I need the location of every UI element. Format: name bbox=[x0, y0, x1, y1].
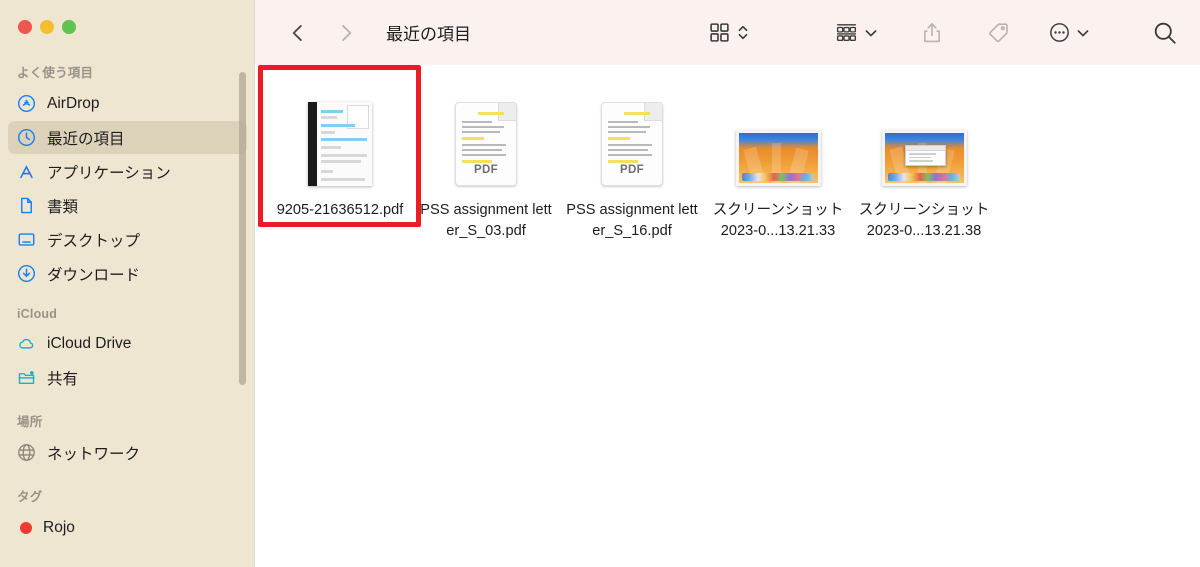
sidebar-section-icloud: iCloud bbox=[17, 307, 58, 321]
group-by-control-group bbox=[834, 21, 878, 44]
navigation-buttons bbox=[287, 22, 357, 44]
sidebar-item-label: 最近の項目 bbox=[47, 130, 125, 148]
desktop-icon bbox=[17, 230, 36, 249]
sidebar: よく使う項目 AirDrop 最近の項目 アプリケーション 書類 デスクトップ … bbox=[0, 0, 255, 567]
sidebar-item-label: iCloud Drive bbox=[47, 334, 132, 352]
file-thumbnail: PDF bbox=[601, 94, 663, 186]
file-item[interactable]: PDF PSS assignment letter_S_03.pdf bbox=[413, 84, 559, 253]
sidebar-item-icloud-drive[interactable]: iCloud Drive bbox=[8, 327, 247, 360]
file-thumbnail: PDF bbox=[455, 94, 517, 186]
pdf-badge: PDF bbox=[474, 164, 498, 176]
toolbar: 最近の項目 bbox=[255, 0, 1200, 65]
shared-folder-icon bbox=[17, 368, 36, 387]
file-name: スクリーンショット 2023-0...13.21.38 bbox=[858, 202, 990, 239]
sidebar-section-locations: 場所 bbox=[17, 415, 43, 429]
main-pane: 最近の項目 9205-21636512.pdf PDF PSS assignme… bbox=[255, 0, 1200, 567]
sidebar-item-network[interactable]: ネットワーク bbox=[8, 436, 247, 469]
sidebar-item-label: ネットワーク bbox=[47, 445, 141, 463]
grid-view-icon[interactable] bbox=[708, 21, 731, 44]
clock-icon bbox=[17, 128, 36, 147]
sidebar-item-label: 書類 bbox=[47, 198, 79, 216]
file-thumbnail bbox=[308, 94, 372, 186]
close-button[interactable] bbox=[18, 20, 32, 34]
sidebar-item-airdrop[interactable]: AirDrop bbox=[8, 87, 247, 120]
sidebar-item-desktop[interactable]: デスクトップ bbox=[8, 223, 247, 256]
file-browser-content: 9205-21636512.pdf PDF PSS assignment let… bbox=[255, 65, 1200, 567]
app-store-icon bbox=[17, 162, 36, 181]
airdrop-icon bbox=[17, 94, 36, 113]
back-button[interactable] bbox=[287, 22, 309, 44]
file-thumbnail bbox=[881, 94, 967, 186]
sidebar-item-label: アプリケーション bbox=[47, 164, 171, 182]
sidebar-item-documents[interactable]: 書類 bbox=[8, 189, 247, 222]
chevron-up-down-icon[interactable] bbox=[736, 21, 750, 44]
file-item[interactable]: スクリーンショット 2023-0...13.21.38 bbox=[851, 84, 997, 253]
toolbar-actions bbox=[708, 20, 1178, 46]
sidebar-section-favorites: よく使う項目 bbox=[17, 66, 94, 80]
search-icon[interactable] bbox=[1152, 20, 1178, 46]
sidebar-item-recents[interactable]: 最近の項目 bbox=[8, 121, 247, 154]
finder-window: よく使う項目 AirDrop 最近の項目 アプリケーション 書類 デスクトップ … bbox=[0, 0, 1200, 567]
file-name: 9205-21636512.pdf bbox=[276, 202, 404, 218]
pdf-badge: PDF bbox=[620, 164, 644, 176]
share-icon[interactable] bbox=[920, 21, 944, 45]
tag-icon[interactable] bbox=[986, 21, 1010, 45]
sidebar-list: よく使う項目 AirDrop 最近の項目 アプリケーション 書類 デスクトップ … bbox=[0, 44, 255, 544]
file-name: PSS assignment letter_S_16.pdf bbox=[566, 202, 698, 239]
ellipsis-circle-icon[interactable] bbox=[1048, 21, 1071, 44]
file-name: スクリーンショット 2023-0...13.21.33 bbox=[712, 202, 844, 239]
chevron-down-icon[interactable] bbox=[1076, 26, 1090, 40]
screenshot-window-icon bbox=[881, 130, 967, 186]
view-control-group bbox=[708, 21, 750, 44]
breadcrumb-title: 最近の項目 bbox=[386, 25, 471, 44]
sidebar-item-label: 共有 bbox=[47, 370, 79, 388]
file-grid: 9205-21636512.pdf PDF PSS assignment let… bbox=[255, 84, 1200, 253]
file-thumbnail bbox=[735, 94, 821, 186]
more-actions-group bbox=[1048, 21, 1090, 44]
sidebar-item-label: AirDrop bbox=[47, 94, 100, 112]
document-icon bbox=[17, 196, 36, 215]
scanned-document-icon bbox=[308, 102, 372, 186]
minimize-button[interactable] bbox=[40, 20, 54, 34]
file-item[interactable]: PDF PSS assignment letter_S_16.pdf bbox=[559, 84, 705, 253]
file-name: PSS assignment letter_S_03.pdf bbox=[420, 202, 552, 239]
globe-icon bbox=[17, 443, 36, 462]
pdf-file-icon: PDF bbox=[455, 102, 517, 186]
zoom-button[interactable] bbox=[62, 20, 76, 34]
chevron-down-icon[interactable] bbox=[864, 26, 878, 40]
cloud-icon bbox=[17, 334, 36, 353]
sidebar-item-label: ダウンロード bbox=[47, 266, 141, 284]
sidebar-item-label: デスクトップ bbox=[47, 232, 141, 250]
pdf-file-icon: PDF bbox=[601, 102, 663, 186]
sidebar-item-label: Rojo bbox=[43, 518, 75, 536]
forward-button[interactable] bbox=[335, 22, 357, 44]
sidebar-item-tag-rojo[interactable]: Rojo bbox=[8, 511, 247, 544]
sidebar-item-applications[interactable]: アプリケーション bbox=[8, 155, 247, 188]
file-item[interactable]: スクリーンショット 2023-0...13.21.33 bbox=[705, 84, 851, 253]
sidebar-item-downloads[interactable]: ダウンロード bbox=[8, 257, 247, 290]
tag-dot-icon bbox=[20, 521, 32, 534]
window-controls bbox=[0, 0, 255, 44]
screenshot-icon bbox=[735, 130, 821, 186]
sidebar-scrollbar[interactable] bbox=[239, 72, 246, 385]
group-by-icon[interactable] bbox=[834, 21, 859, 44]
download-icon bbox=[17, 264, 36, 283]
sidebar-section-tags: タグ bbox=[17, 490, 43, 504]
sidebar-item-shared[interactable]: 共有 bbox=[8, 361, 247, 394]
file-item[interactable]: 9205-21636512.pdf bbox=[267, 84, 413, 233]
